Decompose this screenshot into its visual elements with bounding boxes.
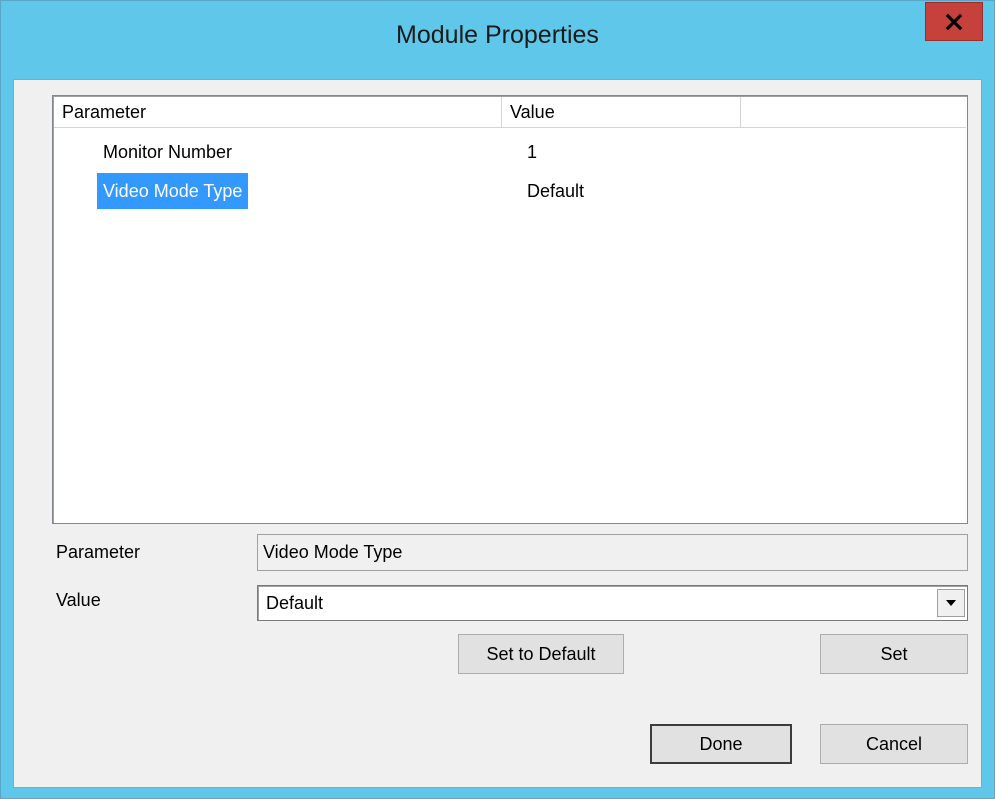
parameter-field: Video Mode Type: [257, 534, 968, 571]
dialog-window: Module Properties Parameter Value Monito…: [0, 0, 995, 799]
row-value: 1: [527, 142, 538, 162]
list-row-selected[interactable]: Video Mode Type Default: [53, 173, 967, 209]
window-title: Module Properties: [396, 21, 599, 49]
column-header-parameter[interactable]: Parameter: [54, 97, 502, 127]
dropdown-button[interactable]: [937, 589, 965, 617]
list-row[interactable]: Monitor Number 1: [53, 134, 967, 170]
row-value: Default: [527, 181, 585, 201]
close-button[interactable]: [925, 2, 983, 41]
set-button[interactable]: Set: [820, 634, 968, 674]
row-parameter: Video Mode Type: [97, 173, 249, 209]
chevron-down-icon: [946, 600, 956, 606]
close-icon: [945, 13, 963, 30]
title-bar[interactable]: Module Properties: [1, 1, 994, 79]
value-label: Value: [56, 590, 101, 610]
value-dropdown[interactable]: Default: [257, 585, 968, 621]
row-parameter: Monitor Number: [103, 142, 233, 162]
list-header: Parameter Value: [54, 97, 966, 128]
column-header-empty[interactable]: [741, 97, 967, 127]
parameters-list[interactable]: Parameter Value Monitor Number 1 Video M…: [52, 95, 968, 524]
done-button[interactable]: Done: [650, 724, 792, 764]
cancel-button[interactable]: Cancel: [820, 724, 968, 764]
column-header-value[interactable]: Value: [502, 97, 741, 127]
dialog-body: Parameter Value Monitor Number 1 Video M…: [13, 79, 982, 788]
value-dropdown-selected: Default: [266, 593, 324, 613]
set-to-default-button[interactable]: Set to Default: [458, 634, 624, 674]
parameter-label: Parameter: [56, 542, 141, 562]
